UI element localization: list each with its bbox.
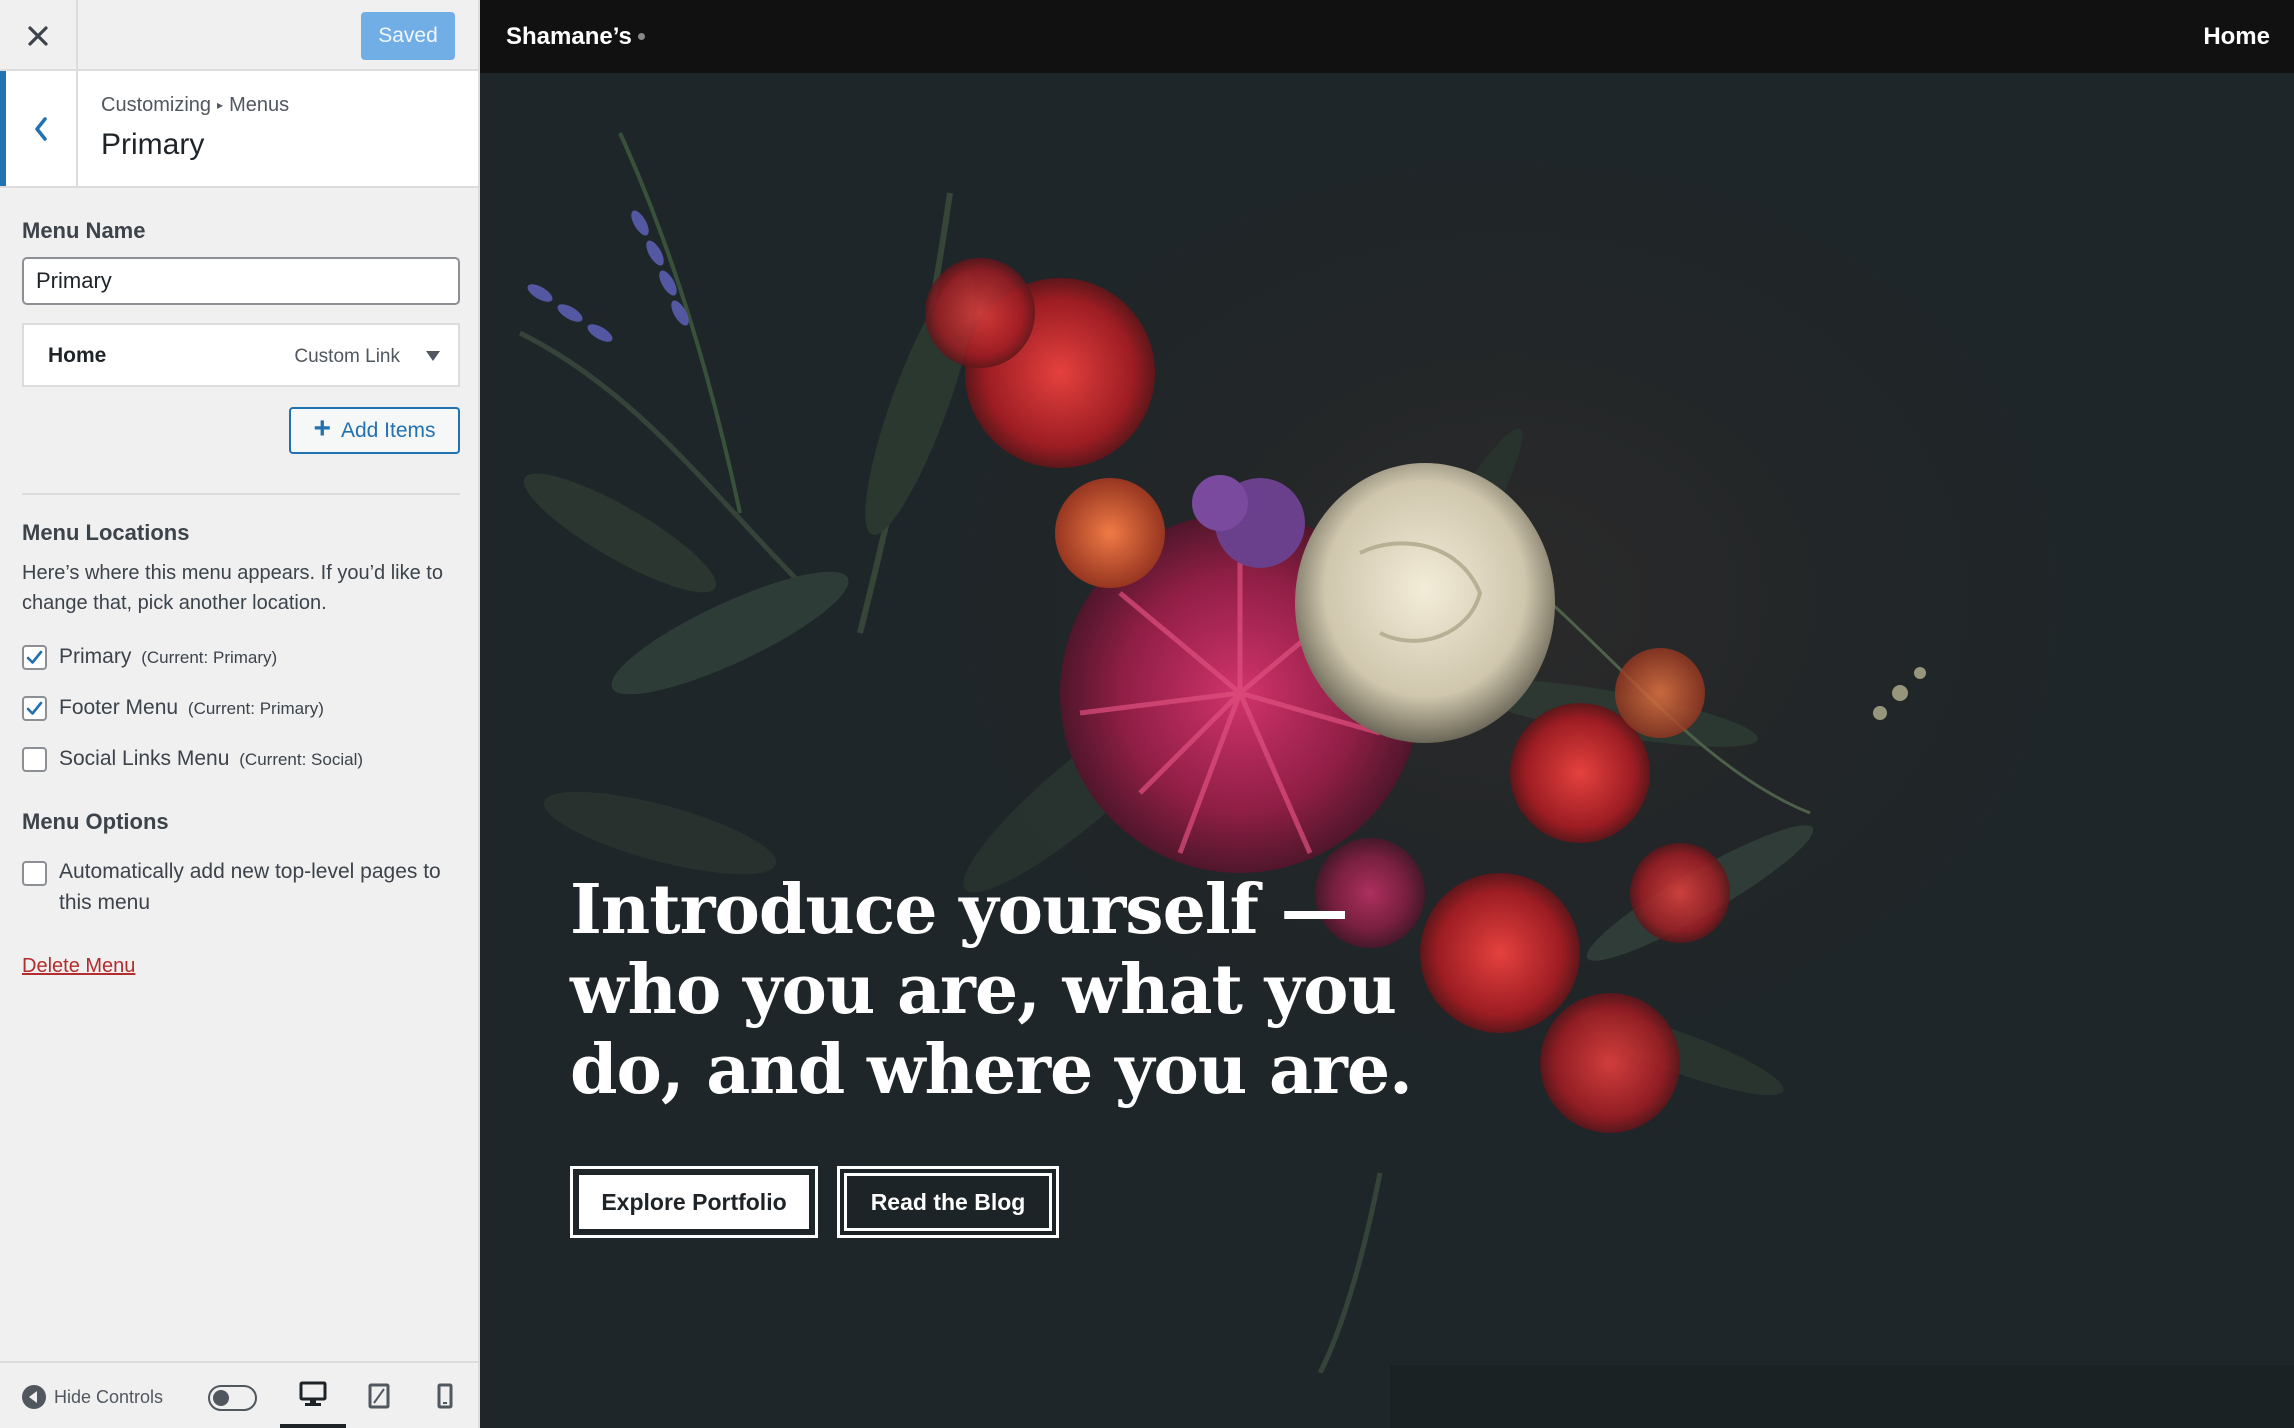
location-social-links-menu-checkbox[interactable] [22, 747, 47, 772]
desktop-icon [299, 1381, 327, 1406]
explore-portfolio-label: Explore Portfolio [577, 1173, 811, 1231]
menu-item-home[interactable]: Home Custom Link [22, 323, 460, 387]
menu-locations-heading: Menu Locations [22, 520, 190, 545]
location-social-links-menu-current: (Current: Social) [239, 750, 364, 769]
checkmark-icon [26, 701, 43, 715]
site-preview: Shamane’s Home Introduce yourself — who … [480, 0, 2294, 1428]
read-the-blog-button[interactable]: Read the Blog [837, 1166, 1059, 1238]
menu-name-input[interactable] [22, 257, 460, 305]
add-items-label: Add Items [340, 418, 436, 442]
location-primary-label: Primary [59, 645, 132, 668]
location-footer-menu-label: Footer Menu [59, 696, 179, 719]
menu-options-heading: Menu Options [22, 809, 169, 834]
menu-name-label: Menu Name [22, 218, 146, 243]
collapse-icon [22, 1385, 46, 1409]
caret-down-icon[interactable] [426, 351, 440, 361]
hide-controls-button[interactable]: Hide Controls [22, 1385, 163, 1409]
divider [22, 493, 460, 495]
back-button[interactable] [0, 71, 78, 186]
delete-menu-link[interactable]: Delete Menu [22, 955, 135, 978]
auto-add-pages-label: Automatically add new top-level pages to… [59, 860, 441, 914]
menu-locations-description: Here’s where this menu appears. If you’d… [22, 562, 443, 614]
location-footer-menu-current: (Current: Primary) [187, 699, 324, 718]
breadcrumb-root: Customizing [101, 94, 212, 116]
close-button[interactable] [0, 0, 78, 71]
plus-icon: + [313, 411, 331, 445]
menu-item-type: Custom Link [294, 346, 400, 367]
site-header: Shamane’s Home [480, 0, 2294, 73]
explore-portfolio-button[interactable]: Explore Portfolio [570, 1166, 818, 1238]
close-icon [28, 25, 48, 46]
hide-controls-label: Hide Controls [54, 1386, 164, 1407]
read-the-blog-label: Read the Blog [844, 1173, 1052, 1231]
nav-home-link[interactable]: Home [2203, 23, 2270, 51]
location-primary-current: (Current: Primary) [141, 648, 278, 667]
site-title[interactable]: Shamane’s [506, 23, 632, 51]
checkmark-icon [26, 650, 43, 664]
chevron-left-icon [35, 116, 47, 141]
panel-title: Primary [101, 128, 205, 161]
site-title-dot-icon [638, 33, 645, 40]
desktop-preview-button[interactable] [280, 1363, 346, 1428]
toggle-knob [213, 1390, 229, 1406]
menu-item-title: Home [48, 344, 107, 367]
hero-heading: Introduce yourself — who you are, what y… [570, 870, 1413, 1110]
mobile-preview-button[interactable] [412, 1363, 478, 1428]
saved-button[interactable]: Saved [361, 12, 455, 60]
panel-header: Customizing ▸ Menus Primary [0, 71, 478, 188]
preview-toggle[interactable] [208, 1385, 257, 1411]
tablet-icon [368, 1383, 390, 1408]
breadcrumb-separator-icon: ▸ [217, 98, 224, 112]
location-footer-menu-checkbox[interactable] [22, 696, 47, 721]
next-section-edge [1390, 1365, 2294, 1428]
location-primary-checkbox[interactable] [22, 645, 47, 670]
breadcrumb-section: Menus [229, 94, 290, 116]
customizer-header: Saved [0, 0, 478, 71]
add-items-button[interactable]: + Add Items [289, 407, 460, 454]
location-social-links-menu-label: Social Links Menu [59, 747, 230, 770]
mobile-icon [437, 1383, 453, 1408]
customizer-footer: Hide Controls [0, 1361, 478, 1428]
auto-add-pages-checkbox[interactable] [22, 861, 47, 886]
tablet-preview-button[interactable] [346, 1363, 412, 1428]
customizer-sidebar: Saved Customizing ▸ Menus Primary Menu Nam… [0, 0, 480, 1428]
breadcrumb: Customizing ▸ Menus [101, 94, 289, 117]
